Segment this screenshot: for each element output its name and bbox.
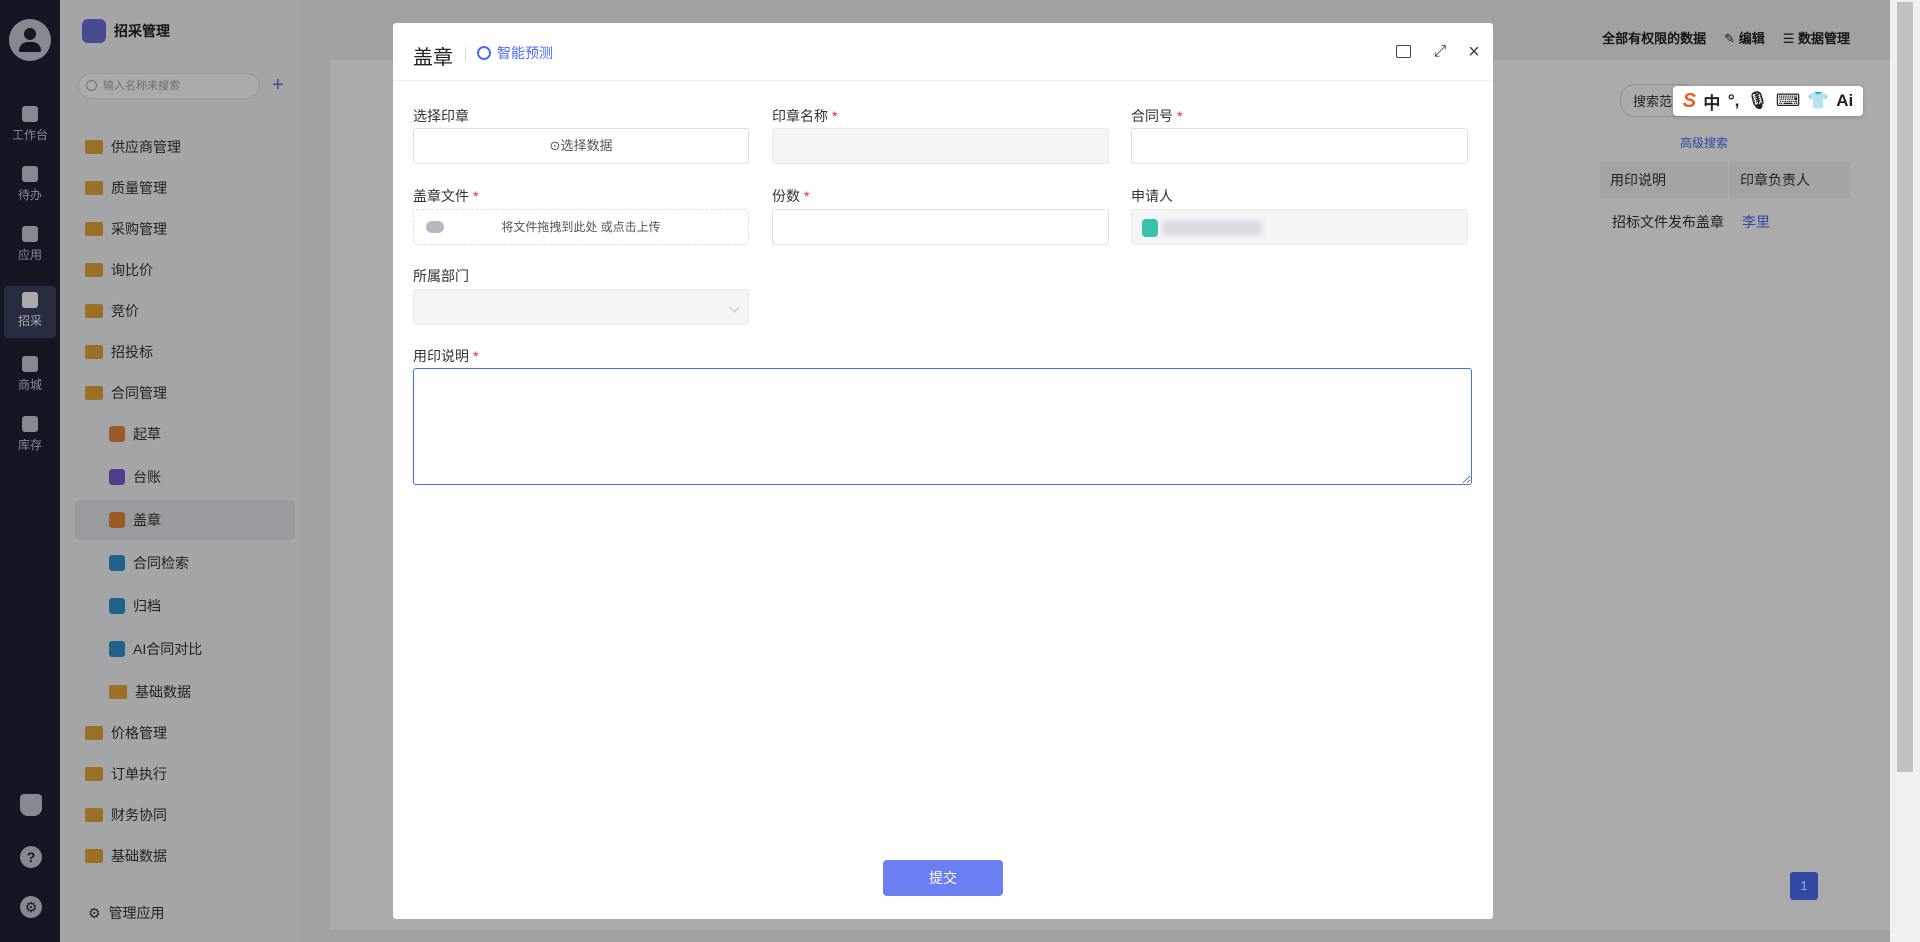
seal-name-field xyxy=(772,128,1109,164)
seal-name-label: 印章名称 * xyxy=(772,108,838,124)
usage-label: 用印说明 * xyxy=(413,348,479,364)
ime-toolbar: S 中 °, 🎙 ⌨ 👕 Ai xyxy=(1673,86,1863,116)
ime-chinese-toggle[interactable]: 中 xyxy=(1703,89,1720,114)
dialog-title: 盖章 xyxy=(413,47,453,69)
cloud-upload-icon xyxy=(426,221,444,233)
applicant-avatar xyxy=(1142,219,1158,237)
contract-no-label: 合同号 * xyxy=(1131,108,1183,124)
maximize-icon[interactable]: ⤢ xyxy=(1431,43,1449,61)
applicant-label: 申请人 xyxy=(1131,188,1173,204)
scrollbar-thumb[interactable] xyxy=(1897,2,1913,772)
microphone-icon[interactable]: 🎙 xyxy=(1747,91,1769,111)
seal-dialog: 盖章 智能预测 ⤢ × 选择印章 ⊙选择数据 印章名称 * 合同号 * 盖章文件 * … xyxy=(393,23,1493,919)
notes-icon[interactable] xyxy=(1396,45,1411,58)
ime-ai-button[interactable]: Ai xyxy=(1836,91,1853,111)
contract-no-field[interactable] xyxy=(1131,128,1468,164)
select-data-button[interactable]: ⊙选择数据 xyxy=(413,128,749,164)
sogou-logo-icon[interactable]: S xyxy=(1683,90,1696,113)
file-upload-area[interactable]: 将文件拖拽到此处 或点击上传 xyxy=(413,209,749,245)
dialog-header: 盖章 智能预测 ⤢ × xyxy=(393,23,1493,81)
chevron-down-icon xyxy=(729,302,740,313)
applicant-field xyxy=(1131,209,1468,245)
page-scrollbar[interactable] xyxy=(1890,0,1920,942)
department-select xyxy=(413,289,749,325)
submit-button[interactable]: 提交 xyxy=(883,860,1003,896)
seal-select-label: 选择印章 xyxy=(413,108,469,124)
skin-icon[interactable]: 👕 xyxy=(1808,91,1829,111)
applicant-name-redacted xyxy=(1162,220,1262,236)
usage-textarea[interactable] xyxy=(413,368,1472,485)
copies-label: 份数 * xyxy=(772,188,810,204)
keyboard-icon[interactable]: ⌨ xyxy=(1776,91,1801,111)
smart-predict-button[interactable]: 智能预测 xyxy=(477,43,553,63)
file-label: 盖章文件 * xyxy=(413,188,479,204)
title-divider xyxy=(465,47,466,61)
ime-punctuation-toggle[interactable]: °, xyxy=(1728,91,1740,111)
copies-field[interactable] xyxy=(772,209,1109,245)
smart-predict-icon xyxy=(477,46,491,60)
close-icon[interactable]: × xyxy=(1465,42,1483,62)
department-label: 所属部门 xyxy=(413,268,469,284)
